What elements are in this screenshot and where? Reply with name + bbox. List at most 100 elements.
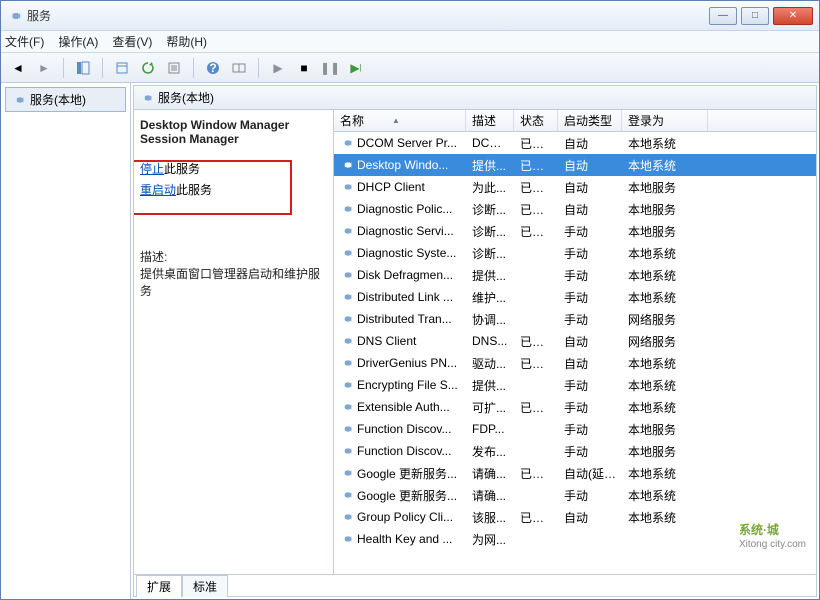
service-startup: 自动 (558, 201, 622, 218)
tab-extended[interactable]: 扩展 (136, 575, 182, 597)
gear-icon (340, 488, 354, 502)
back-button[interactable]: ◄ (7, 57, 29, 79)
service-desc: 该服... (466, 509, 514, 526)
service-name: Disk Defragmen... (357, 268, 453, 282)
gear-icon (340, 312, 354, 326)
app-icon (7, 8, 23, 24)
menu-action[interactable]: 操作(A) (58, 33, 98, 50)
service-logon: 本地系统 (622, 157, 708, 174)
service-startup: 手动 (558, 399, 622, 416)
col-startup[interactable]: 启动类型 (558, 110, 622, 131)
service-status: 已启动 (514, 465, 558, 482)
gear-icon (340, 180, 354, 194)
svg-text:?: ? (209, 61, 216, 75)
service-name: DHCP Client (357, 180, 425, 194)
close-button[interactable]: ✕ (773, 7, 813, 25)
service-status: 已启动 (514, 355, 558, 372)
service-startup: 手动 (558, 421, 622, 438)
maximize-button[interactable]: □ (741, 7, 769, 25)
service-row[interactable]: DHCP Client为此...已启动自动本地服务 (334, 176, 816, 198)
gear-icon (340, 510, 354, 524)
col-name[interactable]: 名称▲ (334, 110, 466, 131)
service-logon: 本地系统 (622, 135, 708, 152)
service-row[interactable]: Diagnostic Polic...诊断...已启动自动本地服务 (334, 198, 816, 220)
gear-icon (340, 246, 354, 260)
col-desc[interactable]: 描述 (466, 110, 514, 131)
service-row[interactable]: Distributed Link ...维护...手动本地系统 (334, 286, 816, 308)
service-row[interactable]: Health Key and ...为网... (334, 528, 816, 550)
service-startup: 自动 (558, 333, 622, 350)
service-startup: 手动 (558, 443, 622, 460)
restart-service-link[interactable]: 重启动 (140, 183, 176, 197)
gear-icon (340, 444, 354, 458)
right-pane-header: 服务(本地) (134, 86, 816, 110)
start-service-button[interactable]: ▶ (267, 57, 289, 79)
restart-service-button[interactable]: ▶| (345, 57, 367, 79)
gear-icon (340, 158, 354, 172)
service-status: 已启动 (514, 135, 558, 152)
menu-view[interactable]: 查看(V) (112, 33, 152, 50)
show-hide-tree-button[interactable] (72, 57, 94, 79)
service-row[interactable]: Function Discov...FDP...手动本地服务 (334, 418, 816, 440)
service-name: Diagnostic Servi... (357, 224, 454, 238)
tab-standard[interactable]: 标准 (182, 575, 228, 597)
menu-file[interactable]: 文件(F) (5, 33, 44, 50)
refresh-button[interactable] (137, 57, 159, 79)
service-row[interactable]: Distributed Tran...协调...手动网络服务 (334, 308, 816, 330)
service-row[interactable]: Group Policy Cli...该服...已启动自动本地系统 (334, 506, 816, 528)
description-label: 描述: (140, 248, 327, 265)
service-logon: 本地系统 (622, 289, 708, 306)
service-logon: 本地系统 (622, 465, 708, 482)
properties-button[interactable] (163, 57, 185, 79)
service-row[interactable]: Google 更新服务...请确...手动本地系统 (334, 484, 816, 506)
service-desc: 诊断... (466, 223, 514, 240)
service-startup: 自动 (558, 355, 622, 372)
help-button[interactable]: ? (202, 57, 224, 79)
service-startup: 手动 (558, 311, 622, 328)
service-row[interactable]: Diagnostic Syste...诊断...手动本地系统 (334, 242, 816, 264)
export-list-button[interactable] (111, 57, 133, 79)
menu-help[interactable]: 帮助(H) (166, 33, 207, 50)
menu-bar: 文件(F) 操作(A) 查看(V) 帮助(H) (1, 31, 819, 53)
right-pane: 服务(本地) Desktop Window Manager Session Ma… (133, 85, 817, 597)
stop-service-button[interactable]: ■ (293, 57, 315, 79)
service-row[interactable]: DNS ClientDNS...已启动自动网络服务 (334, 330, 816, 352)
service-list-pane[interactable]: 名称▲ 描述 状态 启动类型 登录为 DCOM Server Pr...DCO.… (334, 110, 816, 574)
minimize-button[interactable]: — (709, 7, 737, 25)
service-row[interactable]: Encrypting File S...提供...手动本地系统 (334, 374, 816, 396)
service-startup: 手动 (558, 267, 622, 284)
tree-root-node[interactable]: 服务(本地) (5, 87, 126, 112)
gear-icon (140, 91, 154, 105)
service-status: 已启动 (514, 201, 558, 218)
service-name: Group Policy Cli... (357, 510, 453, 524)
right-pane-title: 服务(本地) (158, 89, 214, 106)
service-row[interactable]: Google 更新服务...请确...已启动自动(延迟...本地系统 (334, 462, 816, 484)
gear-icon (340, 400, 354, 414)
service-row[interactable]: Desktop Windo...提供...已启动自动本地系统 (334, 154, 816, 176)
details-toggle-button[interactable] (228, 57, 250, 79)
service-row[interactable]: Disk Defragmen...提供...手动本地系统 (334, 264, 816, 286)
service-row[interactable]: Extensible Auth...可扩...已启动手动本地系统 (334, 396, 816, 418)
gear-icon (340, 356, 354, 370)
forward-button[interactable]: ► (33, 57, 55, 79)
stop-service-link[interactable]: 停止 (140, 162, 164, 176)
service-startup: 手动 (558, 245, 622, 262)
gear-icon (340, 466, 354, 480)
service-row[interactable]: DriverGenius PN...驱动...已启动自动本地系统 (334, 352, 816, 374)
service-row[interactable]: Function Discov...发布...手动本地服务 (334, 440, 816, 462)
service-logon: 本地服务 (622, 443, 708, 460)
col-logon[interactable]: 登录为 (622, 110, 708, 131)
service-logon: 本地系统 (622, 377, 708, 394)
service-row[interactable]: DCOM Server Pr...DCO...已启动自动本地系统 (334, 132, 816, 154)
service-status: 已启动 (514, 223, 558, 240)
sort-indicator-icon: ▲ (392, 116, 400, 125)
gear-icon (340, 224, 354, 238)
service-status: 已启动 (514, 399, 558, 416)
window-title: 服务 (27, 7, 709, 24)
service-desc: 诊断... (466, 245, 514, 262)
col-status[interactable]: 状态 (514, 110, 558, 131)
service-row[interactable]: Diagnostic Servi...诊断...已启动手动本地服务 (334, 220, 816, 242)
pause-service-button[interactable]: ❚❚ (319, 57, 341, 79)
service-startup: 自动 (558, 509, 622, 526)
service-desc: 提供... (466, 157, 514, 174)
